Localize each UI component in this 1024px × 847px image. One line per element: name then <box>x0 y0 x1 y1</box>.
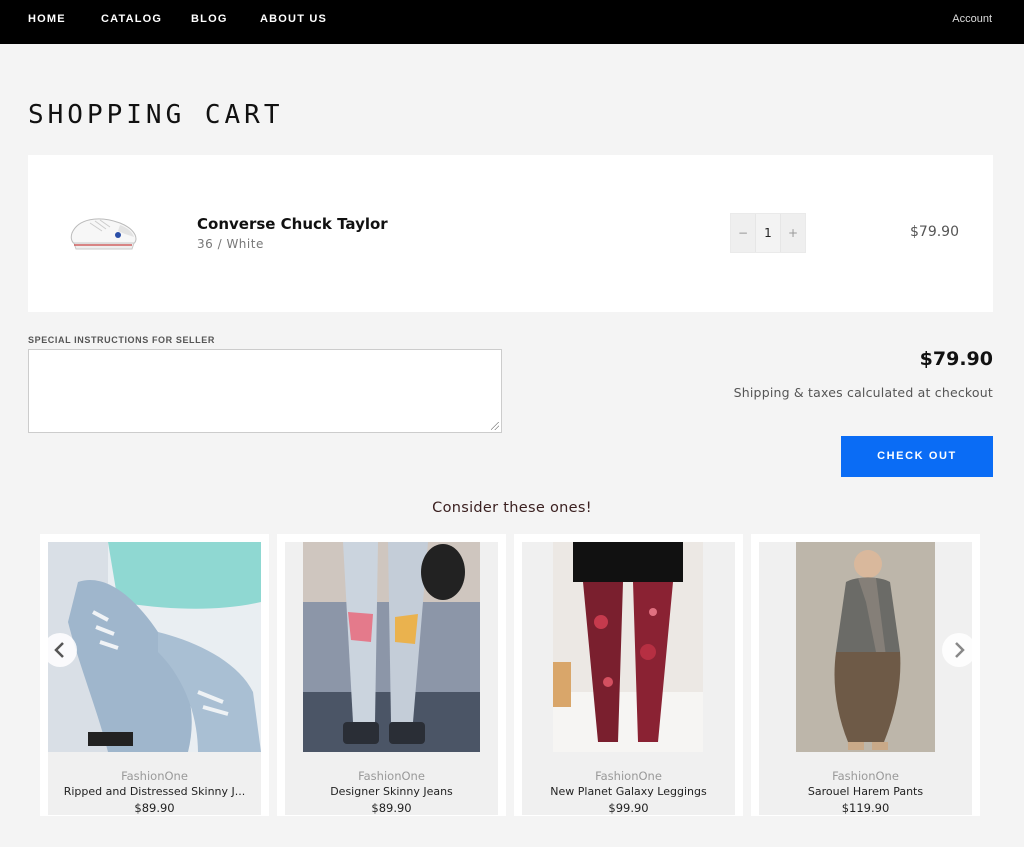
product-name[interactable]: Sarouel Harem Pants <box>765 785 966 798</box>
nav-catalog-link[interactable]: CATALOG <box>101 13 162 25</box>
chevron-right-icon <box>955 642 965 658</box>
quantity-stepper: − 1 + <box>730 213 806 253</box>
galaxy-leggings-image[interactable] <box>553 542 703 752</box>
product-price: $89.90 <box>371 801 412 815</box>
cart-item-card: Converse Chuck Taylor 36 / White − 1 + $… <box>28 155 993 312</box>
product-price: $99.90 <box>608 801 649 815</box>
resize-handle-icon[interactable] <box>491 422 499 430</box>
product-name[interactable]: Ripped and Distressed Skinny J... <box>54 785 255 798</box>
nav-about-us-link[interactable]: ABOUT US <box>260 13 327 25</box>
nav-home-link[interactable]: HOME <box>28 13 66 25</box>
product-name[interactable]: Designer Skinny Jeans <box>291 785 492 798</box>
product-card[interactable]: FashionOne Sarouel Harem Pants $119.90 <box>751 534 980 816</box>
product-vendor: FashionOne <box>595 769 662 783</box>
product-card[interactable]: FashionOne Designer Skinny Jeans $89.90 <box>277 534 506 816</box>
recommendations-heading: Consider these ones! <box>432 500 592 516</box>
ripped-jeans-image[interactable] <box>48 542 261 752</box>
shipping-note: Shipping & taxes calculated at checkout <box>733 385 993 400</box>
page-title: SHOPPING CART <box>28 100 284 130</box>
product-card-body: FashionOne Designer Skinny Jeans $89.90 <box>285 542 498 815</box>
chevron-left-icon <box>54 642 64 658</box>
quantity-increase-button[interactable]: + <box>781 214 805 252</box>
cart-item-variant: 36 / White <box>197 237 264 251</box>
product-card[interactable]: FashionOne New Planet Galaxy Leggings $9… <box>514 534 743 816</box>
product-card-body: FashionOne Sarouel Harem Pants $119.90 <box>759 542 972 815</box>
cart-item-price: $79.90 <box>910 224 959 240</box>
product-price: $89.90 <box>134 801 175 815</box>
quantity-decrease-button[interactable]: − <box>731 214 755 252</box>
instructions-textarea[interactable] <box>28 349 502 433</box>
quantity-input[interactable]: 1 <box>755 214 781 252</box>
product-price: $119.90 <box>841 801 890 815</box>
account-link[interactable]: Account <box>952 13 992 25</box>
nav-blog-link[interactable]: BLOG <box>191 13 228 25</box>
product-vendor: FashionOne <box>121 769 188 783</box>
product-vendor: FashionOne <box>832 769 899 783</box>
product-name[interactable]: New Planet Galaxy Leggings <box>528 785 729 798</box>
product-card-body: FashionOne Ripped and Distressed Skinny … <box>48 542 261 815</box>
carousel-prev-button[interactable] <box>43 633 77 667</box>
checkout-button[interactable]: CHECK OUT <box>841 436 993 477</box>
cart-subtotal: $79.90 <box>919 348 993 370</box>
white-sneaker-image[interactable] <box>68 205 140 257</box>
product-vendor: FashionOne <box>358 769 425 783</box>
product-card-body: FashionOne New Planet Galaxy Leggings $9… <box>522 542 735 815</box>
harem-pants-image[interactable] <box>796 542 935 752</box>
top-nav: HOME CATALOG BLOG ABOUT US Account <box>0 0 1024 44</box>
carousel-next-button[interactable] <box>942 633 976 667</box>
cart-item-title[interactable]: Converse Chuck Taylor <box>197 215 388 233</box>
instructions-label: SPECIAL INSTRUCTIONS FOR SELLER <box>28 335 215 345</box>
designer-jeans-image[interactable] <box>303 542 480 752</box>
product-card[interactable]: FashionOne Ripped and Distressed Skinny … <box>40 534 269 816</box>
